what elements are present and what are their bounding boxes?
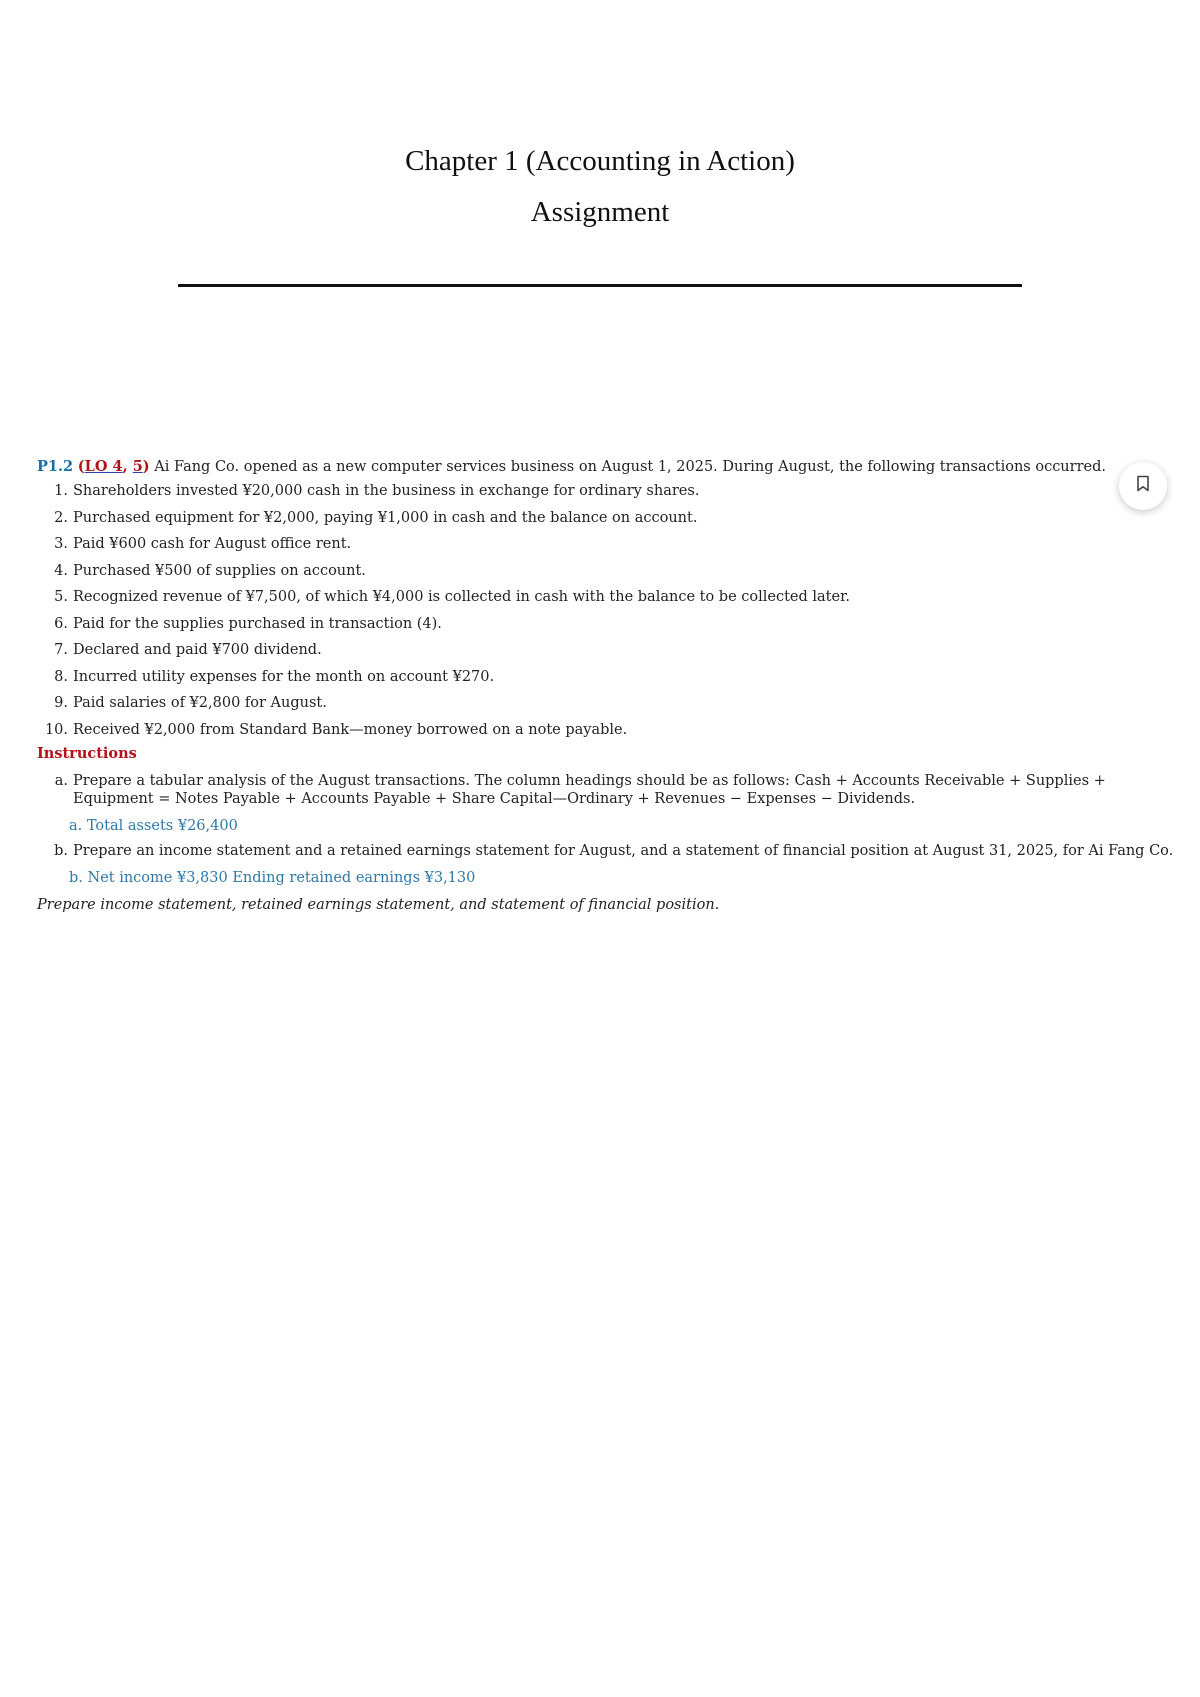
item-text: Incurred utility expenses for the month … — [73, 668, 495, 685]
item-text: Declared and paid ¥700 dividend. — [73, 642, 322, 658]
transaction-item: 5. Recognized revenue of ¥7,500, of which… — [37, 584, 1187, 611]
problem-intro: P1.2 (LO 4, 5) Ai Fang Co. opened as a n… — [37, 456, 1187, 478]
lo-close-paren: ) — [142, 458, 150, 475]
transaction-item: 10. Received ¥2,000 from Standard Bank—mo… — [37, 717, 1187, 744]
assignment-title: Assignment — [530, 196, 670, 228]
item-text: Paid salaries of ¥2,800 for August. — [73, 695, 327, 711]
answer-hint-a: a. Total assets ¥26,400 — [69, 818, 238, 834]
answer-hint-b: b. Net income ¥3,830 Ending retained ear… — [69, 870, 476, 886]
transaction-list: 1. Shareholders invested ¥20,000 cash in … — [37, 478, 1187, 743]
problem-section: P1.2 (LO 4, 5) Ai Fang Co. opened as a n… — [37, 456, 1187, 915]
instruction-item-a: a. Prepare a tabular analysis of the Aug… — [37, 772, 1187, 808]
transaction-item: 1. Shareholders invested ¥20,000 cash in … — [37, 478, 1187, 505]
item-text: Paid ¥600 cash for August office rent. — [73, 536, 352, 552]
chapter-title: Chapter 1 (Accounting in Action) — [405, 145, 795, 177]
item-number: b. — [54, 843, 68, 859]
lo-link-5[interactable]: 5 — [133, 458, 143, 475]
final-note: Prepare income statement, retained earni… — [37, 897, 720, 913]
item-text: Prepare an income statement and a retain… — [73, 843, 1174, 859]
item-number: 10. — [44, 721, 68, 738]
intro-text: Ai Fang Co. opened as a new computer ser… — [154, 459, 1106, 475]
header-divider — [178, 284, 1022, 287]
transaction-item: 4. Purchased ¥500 of supplies on account. — [37, 558, 1187, 585]
item-text: Prepare a tabular analysis of the August… — [73, 773, 1106, 807]
learning-objectives: (LO 4, 5) — [78, 458, 150, 475]
item-text: Purchased equipment for ¥2,000, paying ¥… — [73, 509, 698, 526]
item-number: 4. — [54, 562, 68, 579]
lo-separator: , — [122, 458, 133, 475]
transaction-item: 7. Declared and paid ¥700 dividend. — [37, 637, 1187, 664]
transaction-item: 2. Purchased equipment for ¥2,000, paying… — [37, 505, 1187, 532]
problem-number: P1.2 — [37, 458, 74, 475]
lo-open-paren: ( — [77, 458, 85, 475]
lo-link-4[interactable]: LO 4 — [85, 458, 123, 475]
transaction-item: 8. Incurred utility expenses for the mont… — [37, 664, 1187, 691]
item-text: Shareholders invested ¥20,000 cash in th… — [73, 483, 700, 499]
bookmark-button[interactable] — [1119, 462, 1167, 510]
item-text: Paid for the supplies purchased in trans… — [73, 615, 442, 632]
item-text: Recognized revenue of ¥7,500, of which ¥… — [73, 589, 851, 605]
instruction-item-b: b. Prepare an income statement and a ret… — [37, 842, 1187, 860]
item-number: 6. — [54, 615, 68, 632]
item-number: 7. — [54, 642, 68, 658]
transaction-item: 6. Paid for the supplies purchased in tra… — [37, 611, 1187, 638]
item-text: Received ¥2,000 from Standard Bank—money… — [73, 721, 628, 738]
item-number: a. — [54, 773, 68, 789]
item-number: 1. — [54, 483, 68, 499]
item-number: 2. — [54, 509, 68, 526]
instructions-heading: Instructions — [37, 745, 137, 762]
transaction-item: 3. Paid ¥600 cash for August office rent. — [37, 531, 1187, 558]
item-text: Purchased ¥500 of supplies on account. — [73, 562, 366, 579]
item-number: 3. — [54, 536, 68, 552]
item-number: 9. — [54, 695, 68, 711]
item-number: 8. — [54, 668, 68, 685]
bookmark-icon — [1136, 475, 1150, 497]
item-number: 5. — [54, 589, 68, 605]
transaction-item: 9. Paid salaries of ¥2,800 for August. — [37, 690, 1187, 717]
